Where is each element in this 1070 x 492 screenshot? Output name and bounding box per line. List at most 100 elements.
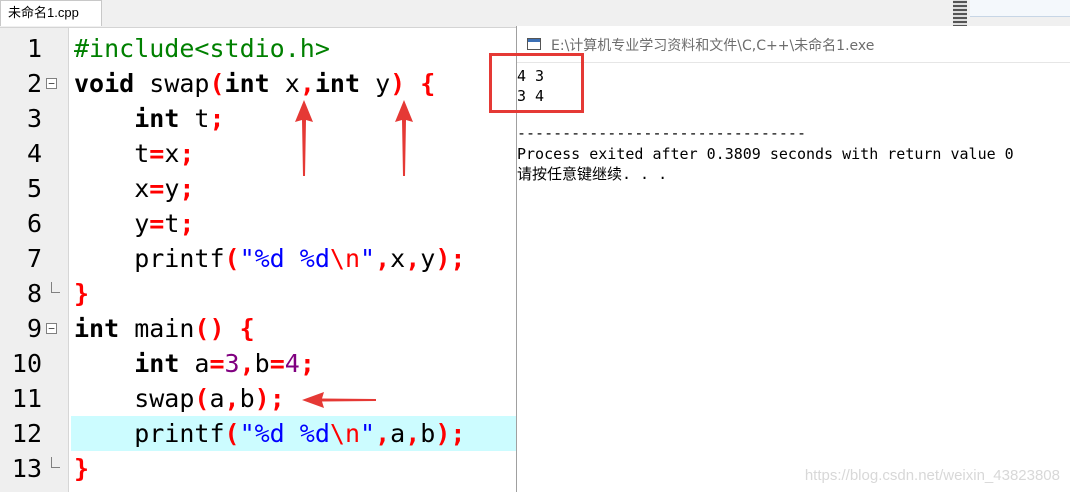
fold-minus-icon[interactable]: − (46, 323, 57, 334)
code-token: 4 (284, 349, 300, 378)
line-number: 5 (26, 174, 42, 203)
console-output-line: 请按任意键继续. . . (517, 165, 668, 183)
code-token: , (224, 384, 240, 413)
code-token: , (375, 419, 391, 448)
console-titlebar[interactable]: E:\计算机专业学习资料和文件\C,C++\未命名1.exe (517, 26, 1070, 63)
code-line[interactable]: int main() { (74, 311, 255, 346)
arrow-left-swap-icon (302, 392, 376, 408)
code-token: t (164, 209, 180, 238)
console-output-line: -------------------------------- (517, 124, 806, 142)
toolbar-grip-icon (953, 0, 967, 27)
fold-end-icon (51, 457, 60, 468)
code-token: ( (194, 384, 210, 413)
console-title: E:\计算机专业学习资料和文件\C,C++\未命名1.exe (551, 38, 875, 54)
code-token: \n (329, 419, 360, 448)
line-number: 3 (26, 104, 42, 133)
code-line[interactable]: x=y; (74, 171, 194, 206)
line-number: 8 (26, 279, 42, 308)
code-token: , (299, 69, 315, 98)
code-token: = (209, 349, 225, 378)
code-token: y (420, 244, 436, 273)
code-token: a (209, 384, 225, 413)
tab-main-cpp[interactable]: 未命名1.cpp (0, 0, 102, 26)
code-line[interactable]: void swap(int x,int y) { (74, 66, 435, 101)
code-token: ( (224, 419, 240, 448)
code-token: } (74, 454, 90, 483)
code-token: { (239, 314, 255, 343)
editor-tab-bar: 未命名1.cpp (0, 0, 1070, 28)
code-line[interactable]: int t; (74, 101, 225, 136)
code-line[interactable]: y=t; (74, 206, 194, 241)
code-token: "%d %d (239, 419, 330, 448)
code-line[interactable]: } (74, 451, 89, 486)
line-number: 12 (11, 419, 42, 448)
line-number: 7 (26, 244, 42, 273)
code-token: } (74, 279, 90, 308)
toolbar-strip (970, 0, 1070, 17)
line-number: 4 (26, 139, 42, 168)
console-window-icon (527, 38, 541, 50)
code-token: y (74, 209, 150, 238)
code-token: " (360, 419, 376, 448)
code-token: main (119, 314, 195, 343)
code-token: , (405, 244, 421, 273)
code-token: " (360, 244, 376, 273)
code-line[interactable]: int a=3,b=4; (74, 346, 315, 381)
code-token: 3 (224, 349, 240, 378)
code-token: ) (390, 69, 406, 98)
code-token: ; (179, 209, 195, 238)
code-token: swap (74, 384, 195, 413)
code-token: printf (74, 244, 225, 273)
code-line[interactable]: swap(a,b); (74, 381, 285, 416)
code-token: ; (299, 349, 315, 378)
console-output-line: Process exited after 0.3809 seconds with… (517, 145, 1014, 163)
code-line[interactable]: printf("%d %d\n",a,b); (74, 416, 465, 451)
code-token: "%d %d (239, 244, 330, 273)
code-line[interactable]: #include<stdio.h> (74, 31, 330, 66)
fold-end-icon (51, 282, 60, 293)
code-token: y (360, 69, 391, 98)
output-highlight-box (489, 53, 584, 113)
arrow-up-x-icon (295, 100, 313, 176)
code-token: b (239, 384, 255, 413)
code-token: t (179, 104, 210, 133)
code-token: ( (224, 244, 240, 273)
code-token: () (194, 314, 225, 343)
code-token: x (390, 244, 406, 273)
line-number: 11 (11, 384, 42, 413)
code-token: x (74, 174, 150, 203)
code-token: x (269, 69, 300, 98)
code-token: ); (435, 244, 466, 273)
console-window[interactable]: E:\计算机专业学习资料和文件\C,C++\未命名1.exe 4 33 4 ---… (516, 26, 1070, 492)
watermark: https://blog.csdn.net/weixin_43823808 (804, 467, 1060, 484)
code-line[interactable]: } (74, 276, 89, 311)
code-token: a (390, 419, 406, 448)
code-line[interactable]: printf("%d %d\n",x,y); (74, 241, 465, 276)
code-token: ); (254, 384, 285, 413)
line-number: 2 (26, 69, 42, 98)
code-token: ( (209, 69, 225, 98)
fold-minus-icon[interactable]: − (46, 78, 57, 89)
arrow-up-y-icon (395, 100, 413, 176)
code-token: int (74, 314, 120, 343)
code-token: x (164, 139, 180, 168)
code-token: = (149, 209, 165, 238)
code-token: b (254, 349, 270, 378)
code-token: \n (329, 244, 360, 273)
line-number: 9 (26, 314, 42, 343)
line-number: 1 (26, 34, 42, 63)
code-line[interactable]: t=x; (74, 136, 194, 171)
code-token: ; (179, 174, 195, 203)
code-token: ; (209, 104, 225, 133)
code-token: t (74, 139, 150, 168)
code-token: int (134, 104, 180, 133)
code-token: { (420, 69, 436, 98)
line-number: 10 (11, 349, 42, 378)
code-token: swap (134, 69, 210, 98)
code-token: b (420, 419, 436, 448)
code-token: #include<stdio.h> (74, 34, 330, 63)
